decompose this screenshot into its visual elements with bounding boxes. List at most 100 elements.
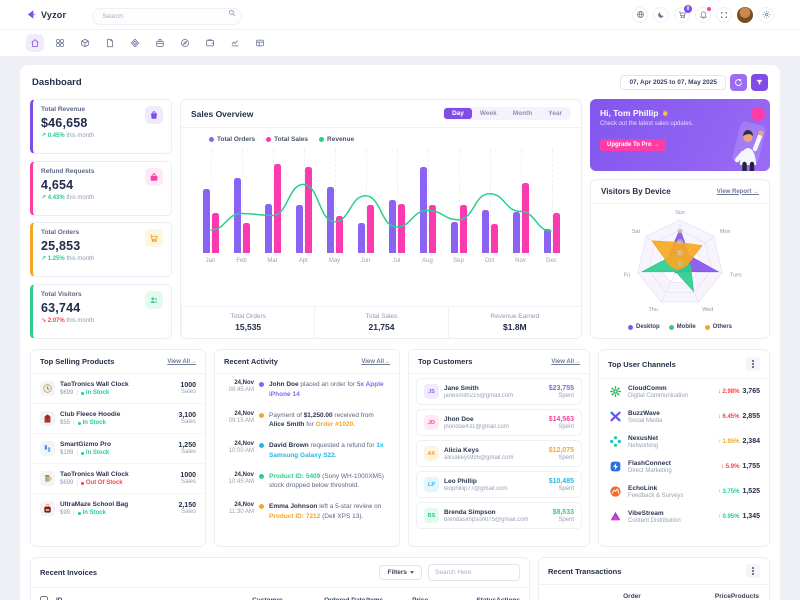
filters-button[interactable]: Filters (379, 565, 422, 580)
column-header[interactable]: Order (549, 593, 715, 600)
channel-logo-icon (608, 459, 623, 474)
activity-view-all-link[interactable]: View All→ (361, 359, 390, 365)
nav-apps-icon[interactable] (76, 34, 94, 52)
date-range-picker[interactable]: 07, Apr 2025 to 07, May 2025 (620, 75, 726, 90)
product-row[interactable]: TaoTronics Wall Clock $699|Out Of Stock … (31, 464, 205, 494)
customer-amount: $12,075 (549, 447, 574, 454)
view-report-link[interactable]: View Report → (717, 189, 759, 195)
cart-icon[interactable]: 0 (674, 7, 690, 23)
column-header[interactable]: Products (731, 593, 759, 600)
channel-category: Feedback & Surveys (628, 493, 708, 499)
product-row[interactable]: Club Fleece Hoodie $55|In Stock 3,100 Sa… (31, 404, 205, 434)
refresh-button[interactable] (730, 74, 747, 91)
column-header[interactable]: Items (366, 597, 412, 600)
product-row[interactable]: TaoTronics Wall Clock $699|In Stock 1000… (31, 374, 205, 404)
channels-menu-button[interactable] (746, 357, 760, 371)
nav-analytics-icon[interactable] (226, 34, 244, 52)
nav-crypto-icon[interactable] (201, 34, 219, 52)
notification-dot (707, 7, 711, 11)
page-title: Dashboard (32, 77, 82, 88)
product-image (40, 501, 55, 516)
bar-group: Dec (536, 149, 567, 269)
legend-item[interactable]: Total Orders (209, 136, 255, 143)
customer-avatar: JD (424, 415, 439, 430)
activity-dot (259, 474, 264, 479)
search-icon[interactable] (228, 9, 236, 17)
customer-row[interactable]: AK Alicia Keys aliciakeys995@gmail.com $… (416, 440, 582, 467)
channel-row[interactable]: VibeStream Content Distribution ↑ 0.95% … (599, 504, 769, 529)
language-globe-icon[interactable] (632, 7, 648, 23)
legend-item[interactable]: Total Sales (266, 136, 308, 143)
nav-crm-icon[interactable] (176, 34, 194, 52)
legend-item[interactable]: Revenue (319, 136, 354, 143)
products-view-all-link[interactable]: View All→ (167, 359, 196, 365)
column-header[interactable]: Actions (496, 597, 520, 600)
legend-item[interactable]: Mobile (669, 324, 696, 330)
notifications-bell-icon[interactable] (695, 7, 711, 23)
select-all-checkbox[interactable] (40, 596, 48, 600)
nav-home-icon[interactable] (26, 34, 44, 52)
activity-dot (259, 382, 264, 387)
bar-group: Jul (381, 149, 412, 269)
activity-time: 11:30 AM (224, 509, 254, 515)
channel-logo-icon (608, 484, 623, 499)
visitors-title: Visitors By Device (601, 187, 671, 196)
customer-avatar: BS (424, 508, 439, 523)
channel-row[interactable]: BuzzWave Social Media ↓ 6.45% 2,855 (599, 404, 769, 429)
customers-view-all-link[interactable]: View All→ (551, 359, 580, 365)
upgrade-pro-button[interactable]: Upgrade To Pro → (600, 139, 666, 151)
customer-name: Jhon Doe (444, 416, 549, 423)
range-tab[interactable]: Week (472, 108, 505, 119)
settings-gear-icon[interactable] (758, 7, 774, 23)
total-orders-bar (513, 212, 520, 253)
channel-row[interactable]: EchoLink Feedback & Surveys ↑ 3.75% 1,52… (599, 479, 769, 504)
dark-mode-moon-icon[interactable] (653, 7, 669, 23)
legend-item[interactable]: Others (705, 324, 732, 330)
transactions-menu-button[interactable] (746, 564, 760, 578)
column-header[interactable]: Ordered Date (324, 597, 366, 600)
invoices-search-input[interactable] (428, 564, 520, 581)
refresh-icon (734, 78, 743, 87)
stat-value: 4,654 (41, 178, 94, 192)
user-avatar[interactable] (737, 7, 753, 23)
nav-pages-icon[interactable] (101, 34, 119, 52)
nav-widgets-icon[interactable] (251, 34, 269, 52)
range-tab[interactable]: Day (444, 108, 472, 119)
customer-row[interactable]: JS Jane Smith janesmith215@gmail.com $23… (416, 378, 582, 405)
column-header[interactable]: Price (715, 593, 731, 600)
column-header[interactable]: Status (460, 597, 496, 600)
channel-value: 1,525 (742, 488, 760, 495)
column-header[interactable]: Customer (252, 597, 324, 600)
column-header[interactable]: Price (412, 597, 460, 600)
legend-item[interactable]: Desktop (628, 324, 660, 330)
column-header[interactable]: ID (56, 597, 252, 600)
product-row[interactable]: SmartGizmo Pro $199|In Stock 1,250 Sales (31, 434, 205, 464)
transactions-table-header: OrderPriceProducts (539, 584, 769, 600)
channel-row[interactable]: FlashConnect Direct Marketing ↓ 5.9% 1,7… (599, 454, 769, 479)
fullscreen-icon[interactable] (716, 7, 732, 23)
customer-row[interactable]: LP Leo Phillip leophillip77@gmail.com $1… (416, 471, 582, 498)
main-panel: Dashboard 07, Apr 2025 to 07, May 2025 T… (20, 65, 780, 600)
stat-cards: Total Revenue $46,658 ↗ 0.45% this month… (30, 99, 172, 339)
product-name: UltraMaze School Bag (60, 501, 178, 508)
nav-nft-icon[interactable] (126, 34, 144, 52)
customer-row[interactable]: BS Brenda Simpson brendasimpson075@gmail… (416, 502, 582, 529)
nav-jobs-icon[interactable] (151, 34, 169, 52)
range-tab[interactable]: Year (540, 108, 570, 119)
range-tab[interactable]: Month (505, 108, 541, 119)
brand-logo[interactable]: Vyzor (26, 9, 66, 20)
visitors-by-device-card: Visitors By Device View Report → SunMonT… (590, 179, 770, 339)
filter-button[interactable] (751, 74, 768, 91)
channel-row[interactable]: CloudComm Digital Communication ↓ 2.98% … (599, 379, 769, 404)
nav-grid-icon[interactable] (51, 34, 69, 52)
search-input[interactable] (92, 8, 242, 25)
product-row[interactable]: UltraMaze School Bag $99|In Stock 2,150 … (31, 494, 205, 523)
sales-summary: Total Orders 15,535 Total Sales 21,754 R… (181, 306, 581, 338)
channel-row[interactable]: NexusNet Networking ↑ 1.95% 2,384 (599, 429, 769, 454)
customer-avatar: JS (424, 384, 439, 399)
channel-change: 2.98% (722, 389, 739, 395)
customer-row[interactable]: JD Jhon Doe jhondoe431@gmail.com $14,563… (416, 409, 582, 436)
activity-text: Product ID: 5409 (Sony WH-1000XM5) stock… (269, 472, 390, 492)
customer-email: brendasimpson075@gmail.com (444, 517, 553, 523)
channel-name: FlashConnect (628, 460, 708, 467)
